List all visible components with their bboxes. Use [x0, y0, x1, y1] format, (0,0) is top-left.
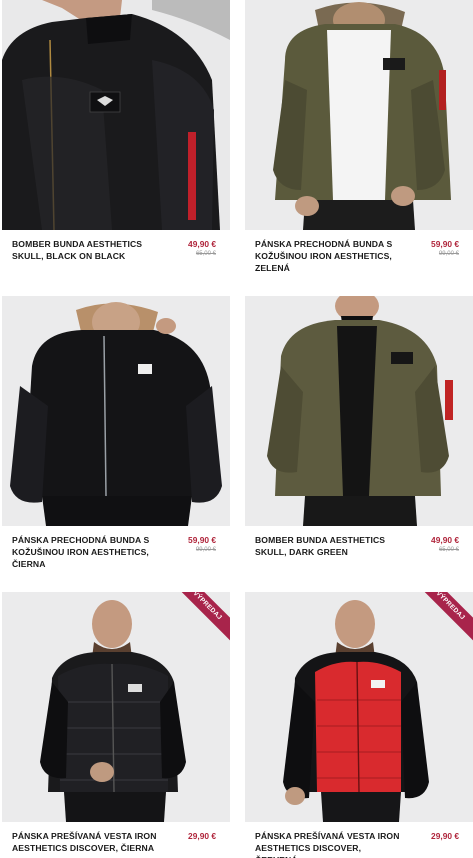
product-card[interactable]: VÝPREDAJ PÁNSKA PREŠÍVANÁ VESTA IRON AES… — [2, 592, 230, 858]
product-image[interactable] — [245, 296, 473, 526]
product-image[interactable] — [2, 296, 230, 526]
product-old-price: 65,00 € — [438, 547, 459, 553]
black-quilted-vest-photo — [2, 592, 230, 822]
red-quilted-vest-photo — [245, 592, 473, 822]
product-name[interactable]: BOMBER BUNDA AESTHETICS SKULL, DARK GREE… — [255, 534, 405, 558]
product-price: 59,90 € — [188, 535, 216, 545]
product-old-price: 99,00 € — [195, 547, 216, 553]
product-name[interactable]: PÁNSKA PREŠÍVANÁ VESTA IRON AESTHETICS D… — [255, 830, 405, 858]
product-image[interactable] — [245, 0, 473, 230]
green-parka-jacket-photo — [245, 0, 473, 230]
product-card[interactable]: VÝPREDAJ PÁNSKA PREŠÍVANÁ VESTA IRON AES… — [245, 592, 473, 858]
product-old-price: 65,00 € — [195, 251, 216, 257]
product-price: 59,90 € — [431, 239, 459, 249]
black-bomber-jacket-photo — [2, 0, 230, 230]
product-image[interactable]: VÝPREDAJ — [245, 592, 473, 822]
product-image[interactable] — [2, 0, 230, 230]
product-price: 29,90 € — [188, 831, 216, 841]
product-price: 29,90 € — [431, 831, 459, 841]
product-name[interactable]: PÁNSKA PRECHODNÁ BUNDA S KOŽUŠINOU IRON … — [12, 534, 162, 570]
product-old-price: 99,00 € — [438, 251, 459, 257]
product-name[interactable]: PÁNSKA PREŠÍVANÁ VESTA IRON AESTHETICS D… — [12, 830, 162, 854]
product-price: 49,90 € — [188, 239, 216, 249]
product-card[interactable]: BOMBER BUNDA AESTHETICS SKULL, DARK GREE… — [245, 296, 473, 592]
product-name[interactable]: BOMBER BUNDA AESTHETICS SKULL, BLACK ON … — [12, 238, 162, 262]
product-image[interactable]: VÝPREDAJ — [2, 592, 230, 822]
product-card[interactable]: BOMBER BUNDA AESTHETICS SKULL, BLACK ON … — [2, 0, 230, 296]
product-card[interactable]: PÁNSKA PRECHODNÁ BUNDA S KOŽUŠINOU IRON … — [245, 0, 473, 296]
product-price: 49,90 € — [431, 535, 459, 545]
black-parka-jacket-photo — [2, 296, 230, 526]
product-card[interactable]: PÁNSKA PRECHODNÁ BUNDA S KOŽUŠINOU IRON … — [2, 296, 230, 592]
product-name[interactable]: PÁNSKA PRECHODNÁ BUNDA S KOŽUŠINOU IRON … — [255, 238, 405, 274]
dark-green-bomber-jacket-photo — [245, 296, 473, 526]
